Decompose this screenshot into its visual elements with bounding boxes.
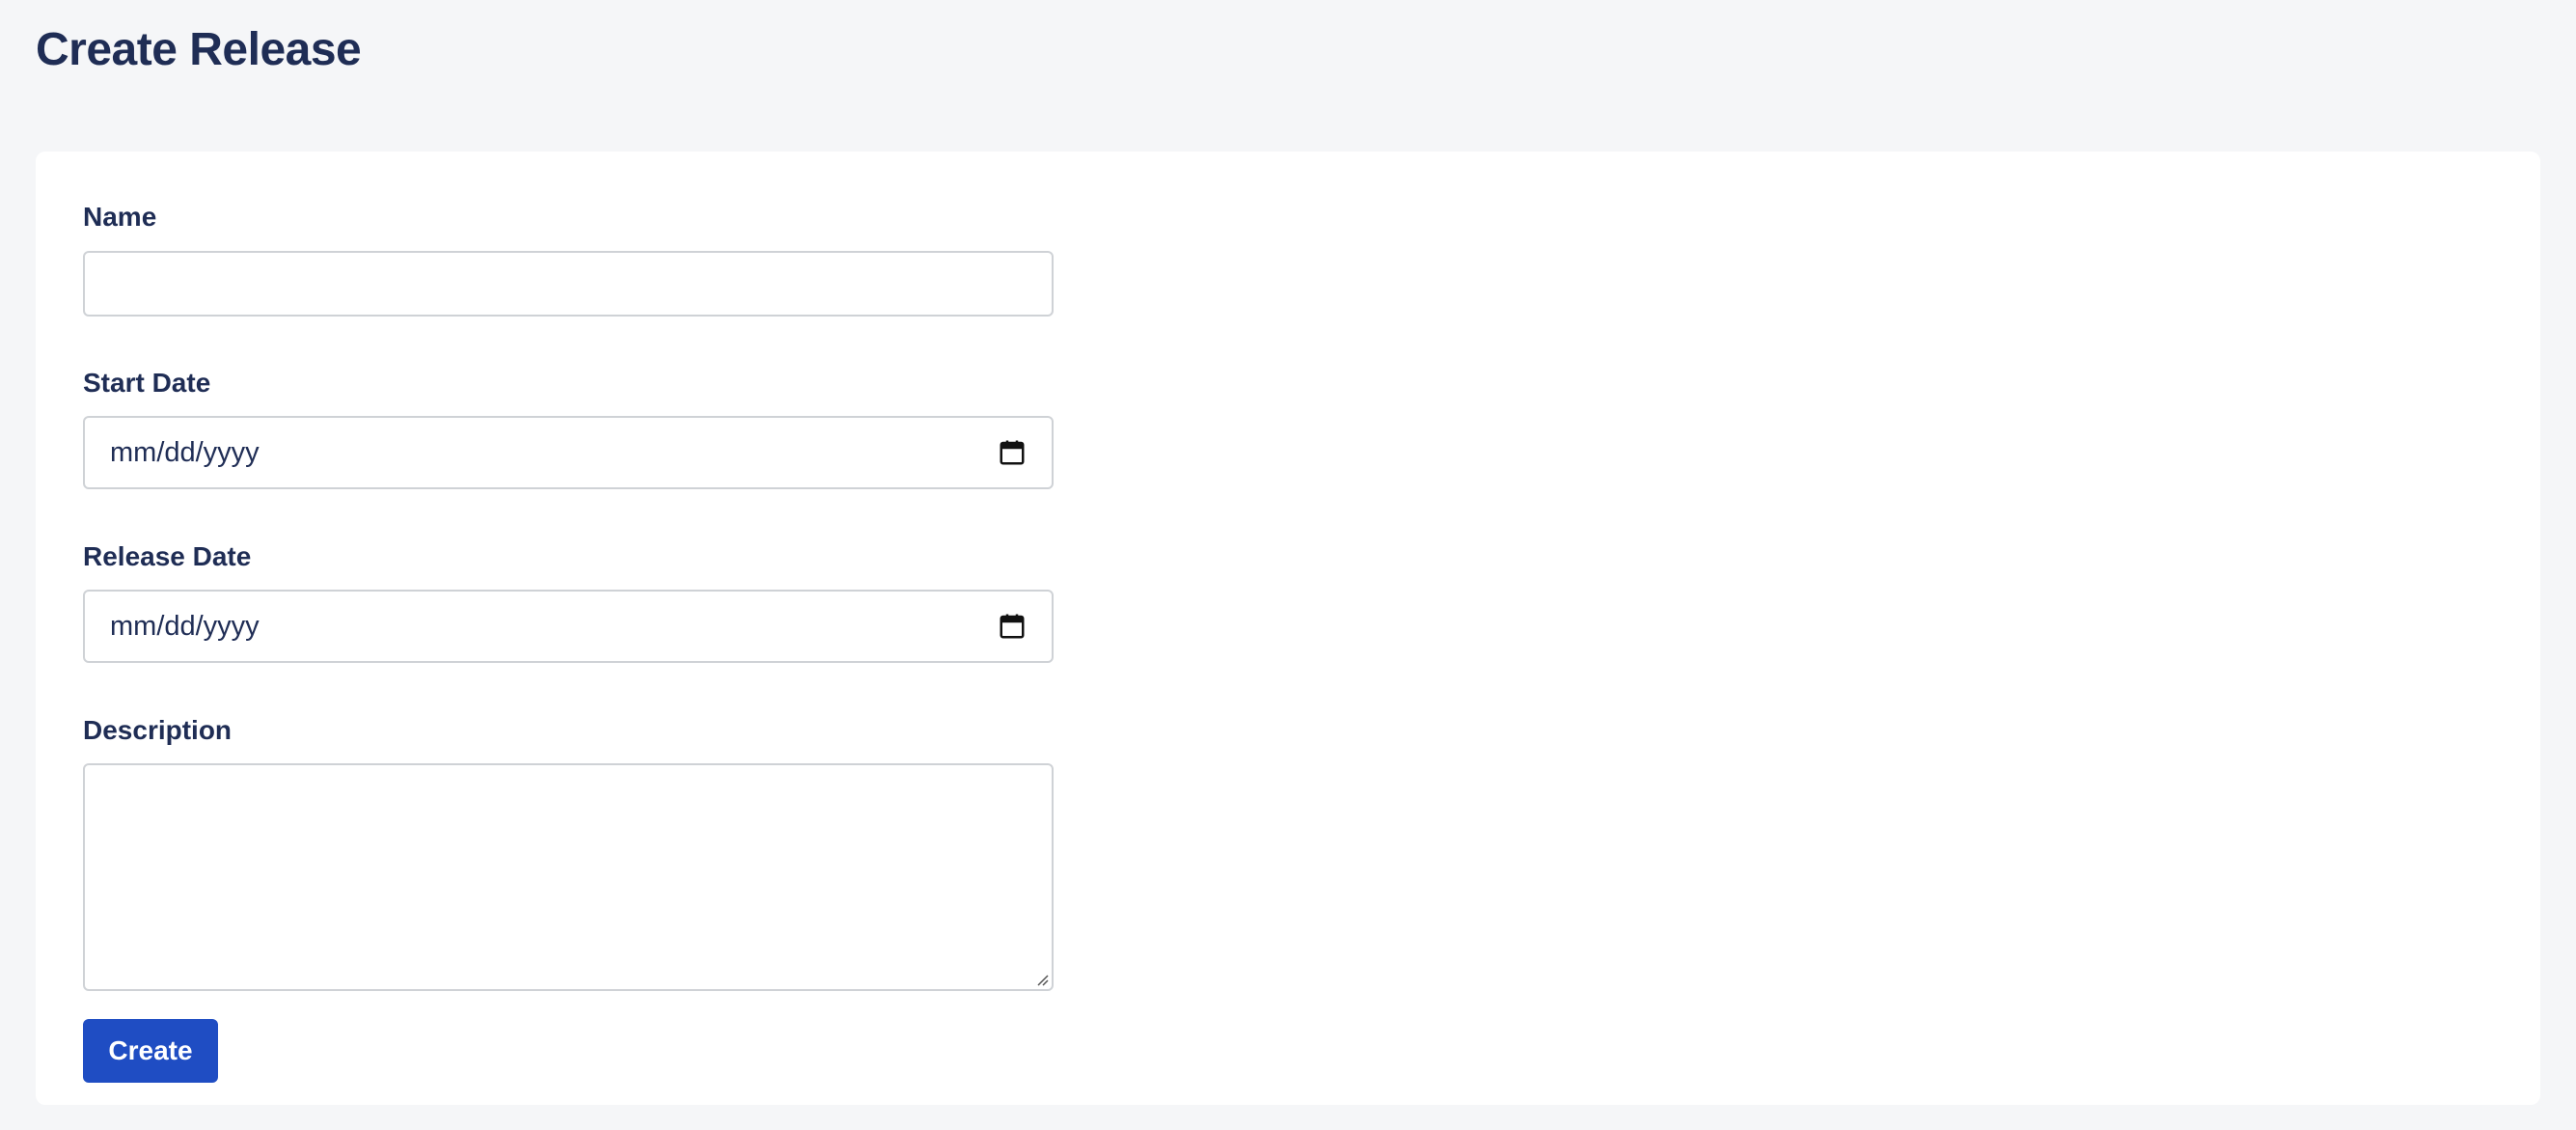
release-form-card: Name Start Date mm/dd/yyyy Release Date … <box>36 152 2540 1105</box>
calendar-icon[interactable] <box>998 438 1027 467</box>
start-date-input[interactable]: mm/dd/yyyy <box>83 416 1054 489</box>
release-date-label: Release Date <box>83 541 252 571</box>
release-date-placeholder: mm/dd/yyyy <box>110 610 260 642</box>
page-title: Create Release <box>36 24 362 75</box>
name-input[interactable] <box>83 251 1054 317</box>
start-date-placeholder: mm/dd/yyyy <box>110 436 260 468</box>
start-date-label: Start Date <box>83 368 211 398</box>
name-label: Name <box>83 202 157 232</box>
resize-handle-icon[interactable] <box>1033 971 1049 986</box>
calendar-icon[interactable] <box>998 612 1027 641</box>
release-date-input[interactable]: mm/dd/yyyy <box>83 590 1054 663</box>
description-label: Description <box>83 715 233 745</box>
create-button[interactable]: Create <box>83 1019 218 1083</box>
description-textarea[interactable] <box>83 763 1054 991</box>
